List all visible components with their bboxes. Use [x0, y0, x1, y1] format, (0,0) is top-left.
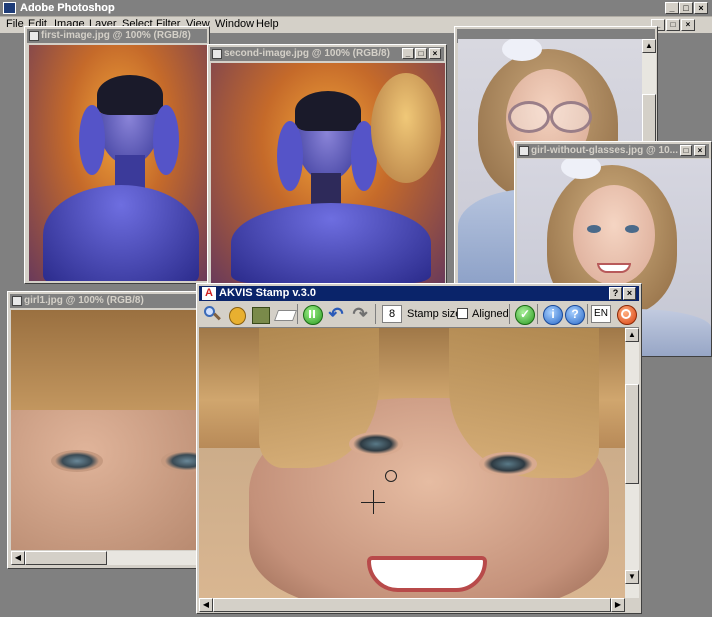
scroll-thumb[interactable]	[25, 551, 107, 565]
akvis-stamp-window[interactable]: A AKVIS Stamp v.3.0 ? × ↶ ↷ 8 Stamp size	[196, 283, 642, 614]
window-maximize-button[interactable]: □	[680, 145, 692, 156]
document-icon	[212, 49, 222, 59]
apply-icon[interactable]: ✓	[513, 303, 535, 325]
scroll-thumb[interactable]	[213, 598, 611, 612]
menu-window[interactable]: Window	[215, 18, 254, 30]
document-icon	[29, 31, 39, 41]
akvis-title: AKVIS Stamp v.3.0	[219, 287, 316, 299]
eraser-icon[interactable]	[273, 303, 298, 325]
photoshop-logo-icon	[3, 2, 16, 14]
language-button[interactable]: EN	[591, 305, 611, 323]
window-title[interactable]: girl1.jpg @ 100% (RGB/8)	[10, 294, 196, 308]
akvis-help-button[interactable]: ?	[609, 287, 622, 300]
window-title[interactable]: first-image.jpg @ 100% (RGB/8)	[27, 29, 207, 43]
second-image-photo	[211, 63, 445, 283]
stamp-size-input[interactable]: 8	[382, 305, 402, 323]
play-icon[interactable]	[301, 303, 323, 325]
minimize-button[interactable]: _	[665, 2, 679, 14]
app-title-bar: Adobe Photoshop _ □ ×	[0, 0, 712, 17]
scroll-up-icon[interactable]: ▲	[625, 328, 639, 342]
maximize-button[interactable]: □	[679, 2, 693, 14]
toolbar-divider	[297, 304, 298, 324]
toolbar-divider	[587, 304, 588, 324]
app-title: Adobe Photoshop	[20, 2, 115, 14]
hand-icon[interactable]	[225, 303, 247, 325]
window-close-button[interactable]: ×	[429, 48, 441, 59]
girl1-photo	[11, 310, 198, 550]
akvis-canvas-photo[interactable]	[199, 328, 625, 598]
document-icon	[519, 146, 529, 156]
stamp-source-cursor-icon	[385, 470, 397, 482]
undo-icon[interactable]: ↶	[325, 303, 347, 325]
zoom-icon[interactable]	[201, 303, 223, 325]
info-icon[interactable]: i	[541, 303, 563, 325]
redo-icon[interactable]: ↷	[349, 303, 371, 325]
scroll-down-icon[interactable]: ▼	[625, 570, 639, 584]
window-minimize-button[interactable]: _	[402, 48, 414, 59]
scroll-left-icon[interactable]: ◀	[199, 598, 213, 612]
first-image-photo	[29, 45, 209, 281]
akvis-title-bar[interactable]: A AKVIS Stamp v.3.0 ? ×	[199, 286, 639, 301]
window-girl1[interactable]: girl1.jpg @ 100% (RGB/8) ◀	[7, 291, 199, 569]
akvis-vertical-scrollbar[interactable]: ▲ ▼	[625, 328, 639, 598]
horizontal-scrollbar[interactable]: ◀	[11, 551, 198, 565]
doc-restore-button[interactable]: □	[666, 19, 680, 31]
window-second-image[interactable]: second-image.jpg @ 100% (RGB/8) _ □ ×	[207, 44, 447, 284]
menu-help[interactable]: Help	[256, 18, 279, 30]
doc-close-button[interactable]: ×	[681, 19, 695, 31]
akvis-horizontal-scrollbar[interactable]: ◀ ▶	[199, 598, 625, 612]
aligned-checkbox[interactable]	[457, 308, 468, 319]
scroll-left-icon[interactable]: ◀	[11, 551, 25, 565]
scroll-up-icon[interactable]: ▲	[642, 39, 656, 53]
exit-icon[interactable]	[615, 303, 637, 325]
window-maximize-button[interactable]: □	[415, 48, 427, 59]
stamp-icon[interactable]	[249, 303, 271, 325]
menu-file[interactable]: File	[6, 18, 24, 30]
document-icon	[12, 296, 22, 306]
help-icon[interactable]: ?	[563, 303, 585, 325]
akvis-close-button[interactable]: ×	[623, 287, 636, 300]
window-close-button[interactable]: ×	[694, 145, 706, 156]
aligned-label: Aligned	[472, 308, 509, 320]
toolbar-divider	[375, 304, 376, 324]
stamp-size-label: Stamp size	[407, 308, 462, 320]
scroll-thumb[interactable]	[625, 384, 639, 484]
window-first-image[interactable]: first-image.jpg @ 100% (RGB/8)	[24, 26, 210, 284]
scroll-right-icon[interactable]: ▶	[611, 598, 625, 612]
akvis-toolbar: ↶ ↷ 8 Stamp size Aligned ✓ i ? EN	[199, 301, 639, 328]
akvis-logo-icon: A	[202, 287, 216, 300]
close-button[interactable]: ×	[694, 2, 708, 14]
toolbar-divider	[509, 304, 510, 324]
toolbar-divider	[537, 304, 538, 324]
